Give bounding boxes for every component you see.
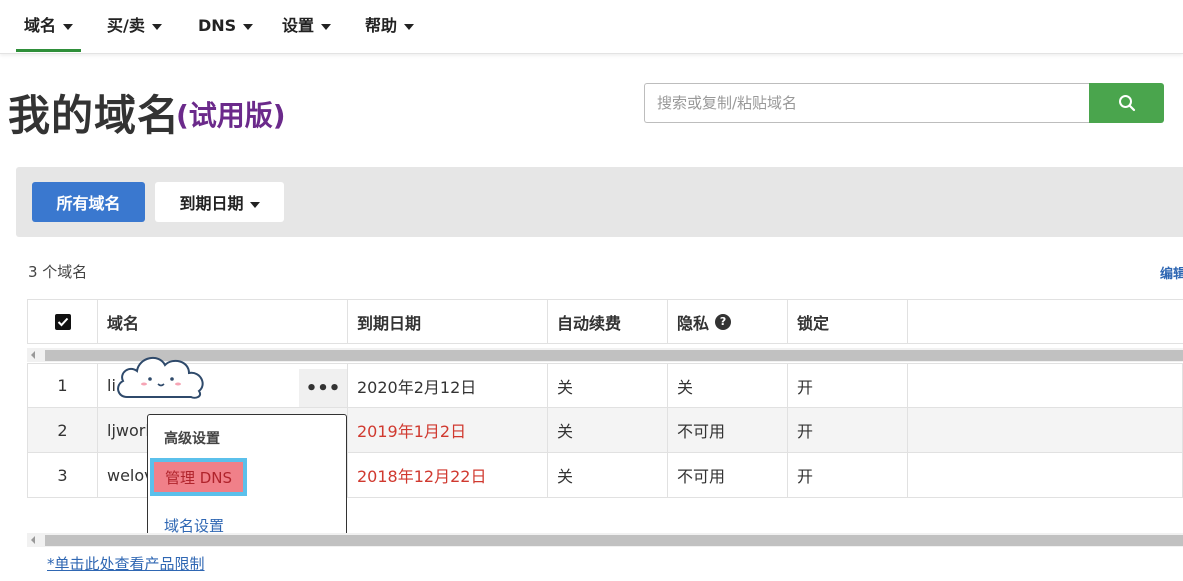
- nav-help[interactable]: 帮助: [365, 0, 415, 52]
- privacy-value[interactable]: 关: [668, 364, 788, 407]
- search-icon: [1118, 95, 1135, 112]
- scroll-left-icon[interactable]: [31, 351, 35, 359]
- caret-down-icon: [63, 23, 74, 30]
- expiry-date: 2019年1月2日: [348, 408, 548, 452]
- caret-down-icon: [151, 23, 162, 30]
- expiry-date: 2018年12月22日: [348, 453, 548, 497]
- caret-down-icon: [249, 201, 260, 208]
- row-actions-button[interactable]: •••: [299, 369, 347, 407]
- edit-link[interactable]: 编辑: [1160, 263, 1183, 282]
- column-header-domain[interactable]: 域名: [98, 300, 348, 343]
- select-all-cell: [28, 300, 98, 343]
- nav-dns[interactable]: DNS: [198, 0, 254, 52]
- expiry-date: 2020年2月12日: [348, 364, 548, 407]
- lock-value[interactable]: 开: [788, 453, 908, 497]
- auto-renew-value[interactable]: 关: [548, 453, 668, 497]
- checkmark-icon: [57, 317, 68, 326]
- nav-buy-sell[interactable]: 买/卖: [107, 0, 162, 52]
- column-header-lock[interactable]: 锁定: [788, 300, 908, 343]
- nav-domains[interactable]: 域名: [16, 0, 82, 52]
- caret-down-icon: [321, 23, 332, 30]
- horizontal-scrollbar-bottom[interactable]: [27, 533, 1183, 547]
- privacy-value: 不可用: [668, 408, 788, 452]
- row-index: 3: [28, 453, 98, 497]
- more-icon: •••: [305, 377, 341, 399]
- caret-down-icon: [243, 23, 254, 30]
- help-icon[interactable]: ?: [715, 313, 732, 330]
- auto-renew-value[interactable]: 关: [548, 408, 668, 452]
- nav-settings[interactable]: 设置: [282, 0, 332, 52]
- expiry-date-filter[interactable]: 到期日期: [155, 182, 284, 222]
- domain-count: 3 个域名: [28, 263, 88, 281]
- cloud-sticker-icon: [117, 356, 204, 399]
- lock-value[interactable]: 开: [788, 408, 908, 452]
- all-domains-button[interactable]: 所有域名: [32, 182, 145, 222]
- column-header-auto-renew[interactable]: 自动续费: [548, 300, 668, 343]
- scrollbar-thumb[interactable]: [45, 535, 1183, 546]
- auto-renew-value[interactable]: 关: [548, 364, 668, 407]
- column-header-expiry[interactable]: 到期日期: [348, 300, 548, 343]
- row-actions-dropdown: 高级设置 管理 DNS 域名设置: [147, 414, 347, 544]
- select-all-checkbox[interactable]: [54, 313, 71, 330]
- row-index: 2: [28, 408, 98, 452]
- trial-badge: (试用版): [176, 99, 286, 132]
- row-index: 1: [28, 364, 98, 407]
- table-header: 域名 到期日期 自动续费 隐私 ? 锁定: [27, 299, 1183, 344]
- manage-dns-menu-item[interactable]: 管理 DNS: [150, 458, 247, 496]
- search-button[interactable]: [1089, 83, 1164, 123]
- scroll-left-icon[interactable]: [31, 536, 35, 544]
- lock-value[interactable]: 开: [788, 364, 908, 407]
- privacy-value: 不可用: [668, 453, 788, 497]
- dropdown-header: 高级设置: [164, 431, 220, 447]
- caret-down-icon: [404, 23, 415, 30]
- column-header-privacy[interactable]: 隐私 ?: [668, 300, 788, 343]
- product-limits-link[interactable]: *单击此处查看产品限制: [47, 553, 205, 574]
- page-title: 我的域名: [8, 91, 181, 140]
- scrollbar-thumb[interactable]: [45, 350, 1183, 361]
- search-input[interactable]: [644, 83, 1090, 123]
- top-nav: 域名 买/卖 DNS 设置 帮助: [0, 0, 1183, 54]
